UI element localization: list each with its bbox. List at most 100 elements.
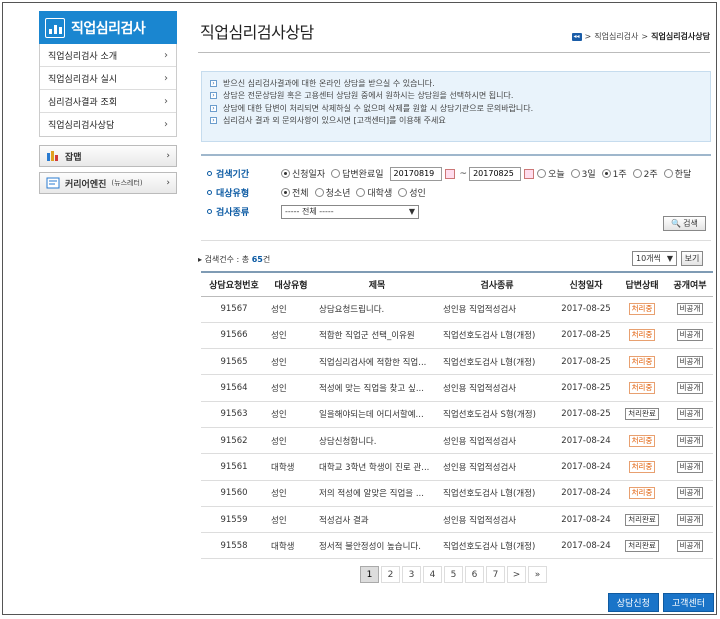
- page-button[interactable]: 7: [486, 566, 505, 583]
- title-link[interactable]: 저의 적성에 알맞은 직업을 ...: [315, 480, 439, 507]
- date-to-input[interactable]: [469, 166, 522, 181]
- dot-icon: [207, 190, 212, 195]
- breadcrumb-item[interactable]: 직업심리검사: [594, 31, 638, 42]
- table-row[interactable]: 91564 성인 적성에 맞는 직업을 찾고 싶... 성인용 직업적성검사 2017-…: [201, 374, 713, 402]
- target-type: 대학생: [267, 453, 315, 481]
- radio-2weeks[interactable]: 2주: [632, 167, 658, 180]
- sidebar-item-counseling[interactable]: 직업심리검사상담 ›: [40, 113, 176, 136]
- radio-1week[interactable]: 1주: [601, 167, 627, 180]
- target-type: 성인: [267, 427, 315, 455]
- col-header: 공개여부: [667, 271, 713, 297]
- visibility-badge: 비공개: [676, 355, 704, 368]
- table-row[interactable]: 91559 성인 적성검사 결과 성인용 직업적성검사 2017-08-24 처리완료 비공…: [201, 506, 713, 534]
- table-row[interactable]: 91563 성인 일을해야되는데 어디서할예... 직업선호도검사 S형(개정) 201…: [201, 401, 713, 428]
- visibility-badge: 비공개: [676, 408, 704, 421]
- next-page-button[interactable]: >: [507, 566, 526, 583]
- arrow-bullet-icon: ›: [210, 92, 217, 100]
- title-link[interactable]: 상담요청드립니다.: [315, 296, 439, 323]
- table-row[interactable]: 91561 대학생 대학교 3학년 학생이 진로 관... 성인용 직업적성검사 201…: [201, 453, 713, 481]
- title-link[interactable]: 일을해야되는데 어디서할예...: [315, 401, 439, 428]
- visibility-badge: 비공개: [676, 513, 704, 526]
- page-button[interactable]: 3: [402, 566, 421, 583]
- visibility-badge: 비공개: [676, 382, 704, 395]
- apply-date: 2017-08-24: [555, 480, 617, 507]
- chevron-right-icon: ›: [164, 95, 168, 107]
- visibility-badge-cell: 비공개: [667, 296, 713, 323]
- dropdown-arrow-icon: ▼: [666, 254, 673, 263]
- request-number: 91564: [201, 374, 267, 402]
- radio-today[interactable]: 오늘: [537, 167, 565, 180]
- test-type: 직업선호도검사 L형(개정): [439, 322, 555, 350]
- radio-target-college[interactable]: 대학생: [356, 186, 392, 199]
- apply-date: 2017-08-25: [555, 296, 617, 323]
- status-badge-cell: 처리중: [617, 374, 667, 402]
- search-icon: 🔍: [671, 219, 682, 228]
- title-link[interactable]: 적합한 직업군 선택_이유원: [315, 322, 439, 350]
- table-row[interactable]: 91560 성인 저의 적성에 알맞은 직업을 ... 직업선호도검사 L형(개정) 2…: [201, 480, 713, 507]
- breadcrumb-current: 직업심리검사상담: [651, 32, 710, 41]
- per-page-select[interactable]: 10개씩 ▼: [632, 251, 677, 266]
- col-header: 신청일자: [555, 271, 617, 297]
- chevron-right-icon: ›: [166, 178, 170, 188]
- radio-icon: [537, 169, 547, 178]
- search-button[interactable]: 🔍 검색: [663, 216, 706, 231]
- status-badge-cell: 처리완료: [617, 506, 667, 534]
- customer-center-button[interactable]: 고객센터: [662, 593, 714, 612]
- radio-1month[interactable]: 한달: [663, 167, 691, 180]
- table-row[interactable]: 91562 성인 상담신청합니다. 성인용 직업적성검사 2017-08-24 처리중 비공…: [201, 427, 713, 455]
- radio-answer-date[interactable]: 답변완료일: [331, 167, 384, 180]
- career-engine-link[interactable]: 커리어엔진 (뉴스레터) ›: [39, 172, 177, 194]
- request-number: 91567: [201, 296, 267, 323]
- table-row[interactable]: 91565 성인 직업심리검사에 적합한 직업... 직업선호도검사 L형(개정) 20…: [201, 348, 713, 376]
- title-link[interactable]: 직업심리검사에 적합한 직업...: [315, 348, 439, 376]
- page-button[interactable]: 2: [381, 566, 400, 583]
- sidebar-item-results[interactable]: 심리검사결과 조회 ›: [40, 90, 176, 113]
- apply-date: 2017-08-24: [555, 506, 617, 534]
- page-button[interactable]: 4: [423, 566, 442, 583]
- last-page-button[interactable]: »: [528, 566, 547, 583]
- table-row[interactable]: 91566 성인 적합한 직업군 선택_이유원 직업선호도검사 L형(개정) 2017-…: [201, 322, 713, 350]
- sidebar-item-intro[interactable]: 직업심리검사 소개 ›: [40, 44, 176, 67]
- career-label: 커리어엔진: [65, 179, 107, 190]
- status-badge: 처리중: [628, 303, 656, 316]
- status-badge-cell: 처리중: [617, 322, 667, 350]
- radio-target-youth[interactable]: 청소년: [314, 186, 350, 199]
- test-type: 직업선호도검사 L형(개정): [439, 532, 555, 560]
- table-row[interactable]: 91558 대학생 정서적 불안정성이 높습니다. 직업선호도검사 L형(개정) 201…: [201, 532, 713, 560]
- jobmap-label: 잡맵: [65, 152, 82, 163]
- title-link[interactable]: 정서적 불안정성이 높습니다.: [315, 532, 439, 560]
- visibility-badge: 비공개: [676, 487, 704, 500]
- radio-3days[interactable]: 3일: [570, 167, 596, 180]
- page-button[interactable]: 6: [465, 566, 484, 583]
- dropdown-arrow-icon: ▼: [408, 207, 415, 216]
- calendar-icon[interactable]: [524, 168, 535, 179]
- notice-item: › 받으신 심리검사결과에 대한 온라인 상담을 받으실 수 있습니다.: [210, 77, 702, 90]
- radio-target-all[interactable]: 전체: [281, 186, 309, 199]
- title-link[interactable]: 상담신청합니다.: [315, 427, 439, 455]
- date-from-input[interactable]: [389, 166, 442, 181]
- sidebar-header[interactable]: 직업심리검사: [39, 11, 177, 44]
- status-badge-cell: 처리중: [617, 453, 667, 481]
- table-row[interactable]: 91567 성인 상담요청드립니다. 성인용 직업적성검사 2017-08-25 처리중 비…: [201, 296, 713, 323]
- radio-apply-date[interactable]: 신청일자: [281, 167, 325, 180]
- page-frame: 직업심리검사 직업심리검사 소개 › 직업심리검사 실시 › 심리검사결과 조회 › …: [2, 2, 717, 615]
- sidebar-title: 직업심리검사: [71, 20, 146, 37]
- page-button[interactable]: 5: [444, 566, 463, 583]
- sidebar-item-take-test[interactable]: 직업심리검사 실시 ›: [40, 67, 176, 90]
- apply-counseling-button[interactable]: 상담신청: [607, 593, 659, 612]
- page-button[interactable]: 1: [360, 566, 379, 583]
- status-badge-cell: 처리중: [617, 296, 667, 323]
- title-link[interactable]: 대학교 3학년 학생이 진로 관...: [315, 453, 439, 481]
- title-link[interactable]: 적성에 맞는 직업을 찾고 싶...: [315, 374, 439, 402]
- view-button[interactable]: 보기: [681, 251, 703, 266]
- test-type-select[interactable]: ----- 전체 ----- ▼: [281, 204, 419, 219]
- jobmap-link[interactable]: 잡맵 ›: [39, 145, 177, 167]
- title-link[interactable]: 적성검사 결과: [315, 506, 439, 534]
- status-badge: 처리중: [628, 355, 656, 368]
- target-type: 성인: [267, 480, 315, 507]
- home-icon[interactable]: ◂◂: [571, 32, 582, 41]
- radio-target-adult[interactable]: 성인: [398, 186, 426, 199]
- calendar-icon[interactable]: [444, 168, 455, 179]
- apply-date: 2017-08-25: [555, 401, 617, 428]
- breadcrumb: ◂◂ > 직업심리검사 > 직업심리검사상담: [571, 31, 710, 42]
